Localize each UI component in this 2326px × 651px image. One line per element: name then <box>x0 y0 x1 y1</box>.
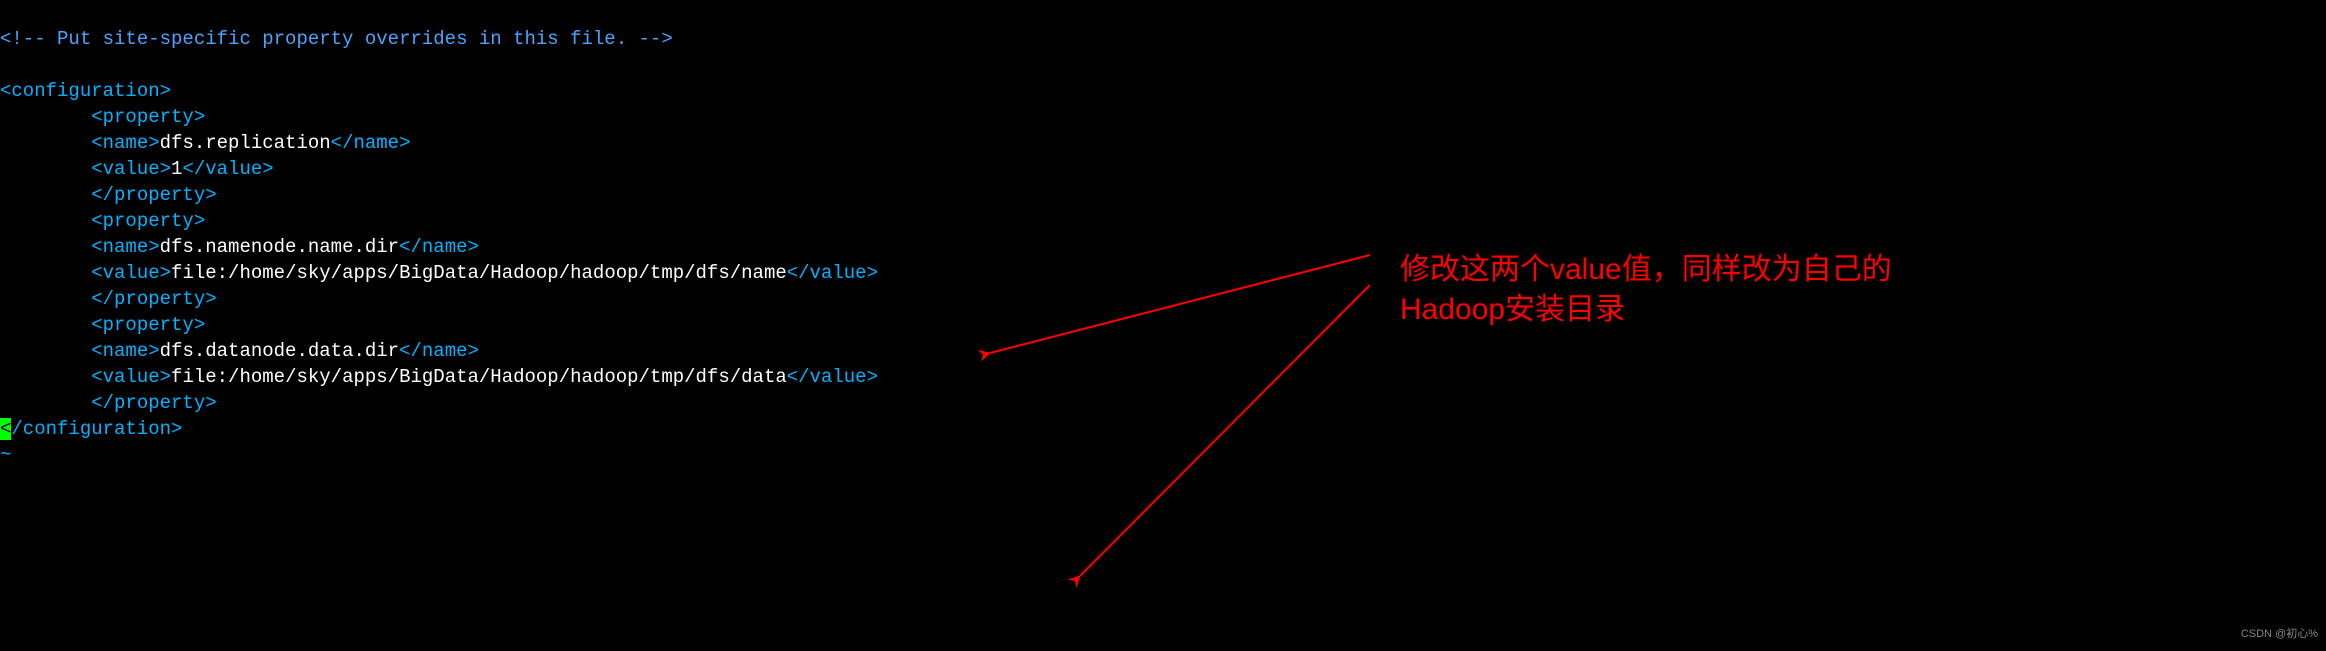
tag-value-open: <value> <box>91 158 171 180</box>
tag-property-open: <property> <box>91 314 205 336</box>
tag-configuration-open: <configuration> <box>0 80 171 102</box>
tag-name-open: <name> <box>91 132 159 154</box>
tag-name-open: <name> <box>91 236 159 258</box>
cursor: < <box>0 418 11 440</box>
tag-configuration-close: /configuration> <box>11 418 182 440</box>
tag-value-close: </value> <box>182 158 273 180</box>
tag-name-close: </name> <box>399 236 479 258</box>
tag-property-close: </property> <box>91 392 216 414</box>
value-nn-dir: file:/home/sky/apps/BigData/Hadoop/hadoo… <box>171 262 787 284</box>
tag-name-close: </name> <box>399 340 479 362</box>
watermark: CSDN @初心% <box>2241 621 2318 647</box>
tag-property-close: </property> <box>91 288 216 310</box>
annotation-line-2: Hadoop安装目录 <box>1400 290 1892 330</box>
tag-name-open: <name> <box>91 340 159 362</box>
value-replication: 1 <box>171 158 182 180</box>
tag-property-close: </property> <box>91 184 216 206</box>
name-dn-dir: dfs.datanode.data.dir <box>160 340 399 362</box>
tag-value-open: <value> <box>91 262 171 284</box>
annotation-text: 修改这两个value值，同样改为自己的 Hadoop安装目录 <box>1400 250 1892 330</box>
tag-value-open: <value> <box>91 366 171 388</box>
annotation-line-1: 修改这两个value值，同样改为自己的 <box>1400 250 1892 290</box>
name-replication: dfs.replication <box>160 132 331 154</box>
name-nn-dir: dfs.namenode.name.dir <box>160 236 399 258</box>
tag-property-open: <property> <box>91 106 205 128</box>
tag-property-open: <property> <box>91 210 205 232</box>
xml-comment: <!-- Put site-specific property override… <box>0 28 673 50</box>
xml-code-block: <!-- Put site-specific property override… <box>0 0 2326 468</box>
tag-value-close: </value> <box>787 366 878 388</box>
tilde: ~ <box>0 444 11 466</box>
tag-name-close: </name> <box>331 132 411 154</box>
tag-value-close: </value> <box>787 262 878 284</box>
value-dn-dir: file:/home/sky/apps/BigData/Hadoop/hadoo… <box>171 366 787 388</box>
